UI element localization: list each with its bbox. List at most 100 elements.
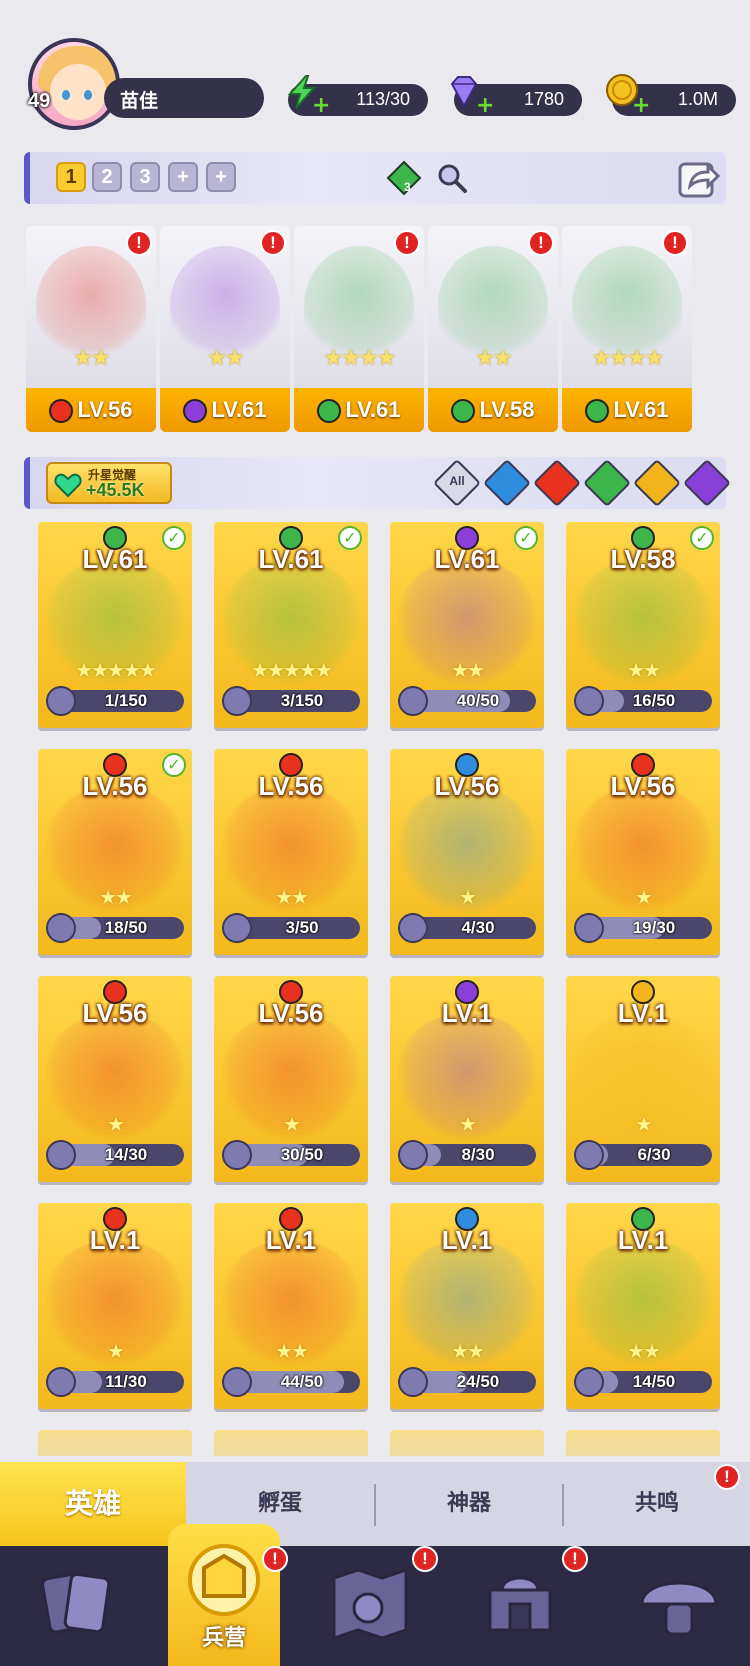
level-text: LV.61 (211, 397, 267, 422)
shard-count: 3/150 (280, 691, 324, 710)
star-rating: ★★ (99, 885, 133, 909)
star-rating: ★★ (275, 885, 309, 909)
add-gems-icon[interactable]: + (476, 95, 494, 117)
hero-card[interactable]: ✓ LV.61 ★★ 40/50 (390, 522, 544, 728)
star-rating: ★★ (73, 346, 110, 371)
hero-card[interactable]: ✓ LV.58 ★★ 16/50 (566, 522, 720, 728)
add-energy-icon[interactable]: + (312, 95, 330, 117)
tab-artifact[interactable]: 神器 (376, 1462, 562, 1546)
player-level: 49 (28, 90, 51, 112)
hero-card[interactable]: ✓ LV.61 ★★★★★ 1/150 (38, 522, 192, 728)
hero-level: LV.1 (265, 1225, 317, 1255)
alert-icon: ! (394, 230, 420, 256)
filter-water[interactable] (482, 458, 532, 508)
hero-card[interactable]: LV.1 ★★ 24/50 (390, 1203, 544, 1409)
nav-map[interactable] (320, 1560, 420, 1650)
map-alert-icon: ! (412, 1546, 438, 1572)
hero-level: LV.56 (258, 998, 324, 1028)
shard-count: 19/30 (632, 918, 676, 937)
avatar-eye (62, 90, 70, 100)
star-rating: ★★★★ (591, 346, 665, 371)
tab-heroes[interactable]: 英雄 (0, 1462, 186, 1546)
filter-light[interactable] (632, 458, 682, 508)
coins-value: 1.0M (677, 89, 718, 109)
team-tab-3[interactable]: 3 (130, 162, 160, 192)
player-avatar[interactable] (28, 38, 120, 130)
hero-card[interactable]: LV.1 ★ 8/30 (390, 976, 544, 1182)
search-icon[interactable] (436, 162, 468, 194)
nav-temple[interactable] (470, 1560, 570, 1650)
shard-count: 44/50 (280, 1372, 324, 1391)
hero-card[interactable]: LV.1 ★ 11/30 (38, 1203, 192, 1409)
barracks-icon (188, 1544, 260, 1616)
squad-slot[interactable]: ★★★★ LV.61! (562, 226, 692, 432)
light-filter-icon (632, 458, 682, 508)
nav-cards[interactable] (24, 1560, 124, 1650)
level-text: LV.58 (479, 397, 535, 422)
element-wind-icon (451, 399, 476, 424)
hero-card-peek (566, 1430, 720, 1456)
hero-card[interactable]: LV.56 ★ 19/30 (566, 749, 720, 955)
awaken-bonus[interactable]: 升星觉醒 +45.5K (46, 462, 172, 504)
shard-count: 1/150 (104, 691, 148, 710)
wind-filter-icon (582, 458, 632, 508)
shard-count: 6/30 (637, 1145, 671, 1164)
hero-level: LV.61 (434, 544, 500, 574)
hero-card-peek (38, 1430, 192, 1456)
shard-count: 18/50 (104, 918, 148, 937)
star-rating: ★ (107, 1112, 125, 1136)
level-text: LV.61 (345, 397, 401, 422)
resonance-alert-icon: ! (714, 1464, 740, 1490)
nav-mushroom[interactable] (630, 1560, 730, 1650)
star-rating: ★★ (627, 1339, 661, 1363)
hero-card[interactable]: LV.56 ★ 14/30 (38, 976, 192, 1182)
squad-slot[interactable]: ★★ LV.56! (26, 226, 156, 432)
hero-card[interactable]: ✓ LV.61 ★★★★★ 3/150 (214, 522, 368, 728)
hero-card[interactable]: LV.1 ★★ 44/50 (214, 1203, 368, 1409)
hero-card[interactable]: LV.1 ★★ 14/50 (566, 1203, 720, 1409)
mushroom-icon (640, 1581, 718, 1636)
filter-all-label: All (449, 474, 465, 488)
temple-icon (488, 1576, 552, 1632)
team-tab-add[interactable]: + (206, 162, 236, 192)
star-rating: ★★ (627, 658, 661, 682)
hero-level: LV.56 (82, 998, 148, 1028)
hero-level: LV.56 (258, 771, 324, 801)
element-wind-icon (585, 399, 610, 424)
filter-all[interactable]: All (432, 458, 482, 508)
shard-count: 14/30 (104, 1145, 148, 1164)
hero-card[interactable]: ✓ LV.56 ★★ 18/50 (38, 749, 192, 955)
hero-card[interactable]: LV.56 ★ 4/30 (390, 749, 544, 955)
shard-count: 14/50 (632, 1372, 676, 1391)
squad-level: LV.58 (428, 388, 558, 432)
hero-card[interactable]: LV.56 ★★ 3/50 (214, 749, 368, 955)
filter-dark[interactable] (682, 458, 732, 508)
hero-card-peek (214, 1430, 368, 1456)
hero-level: LV.1 (617, 998, 669, 1028)
hero-level: LV.56 (434, 771, 500, 801)
hero-level: LV.61 (82, 544, 148, 574)
team-tab-1[interactable]: 1 (56, 162, 86, 192)
squad-slot[interactable]: ★★★★ LV.61! (294, 226, 424, 432)
player-name: 苗佳 (104, 78, 264, 118)
shard-count: 8/30 (461, 1145, 495, 1164)
star-rating: ★★ (275, 1339, 309, 1363)
hero-card[interactable]: LV.56 ★ 30/50 (214, 976, 368, 1182)
team-tab-add[interactable]: + (168, 162, 198, 192)
hero-card[interactable]: LV.1 ★ 6/30 (566, 976, 720, 1182)
barracks-alert-icon: ! (262, 1546, 288, 1572)
awaken-value: +45.5K (86, 480, 145, 500)
map-icon (332, 1567, 408, 1641)
share-icon[interactable] (676, 156, 720, 200)
filter-wind[interactable] (582, 458, 632, 508)
filter-fire[interactable] (532, 458, 582, 508)
team-tab-2[interactable]: 2 (92, 162, 122, 192)
star-rating: ★★ (207, 346, 244, 371)
add-coins-icon[interactable]: + (632, 95, 650, 117)
squad-slot[interactable]: ★★ LV.61! (160, 226, 290, 432)
hero-level: LV.1 (441, 1225, 493, 1255)
formation-badge: 3 (404, 180, 411, 194)
squad-slot[interactable]: ★★ LV.58! (428, 226, 558, 432)
shard-count: 16/50 (632, 691, 676, 710)
cards-icon (41, 1572, 111, 1634)
